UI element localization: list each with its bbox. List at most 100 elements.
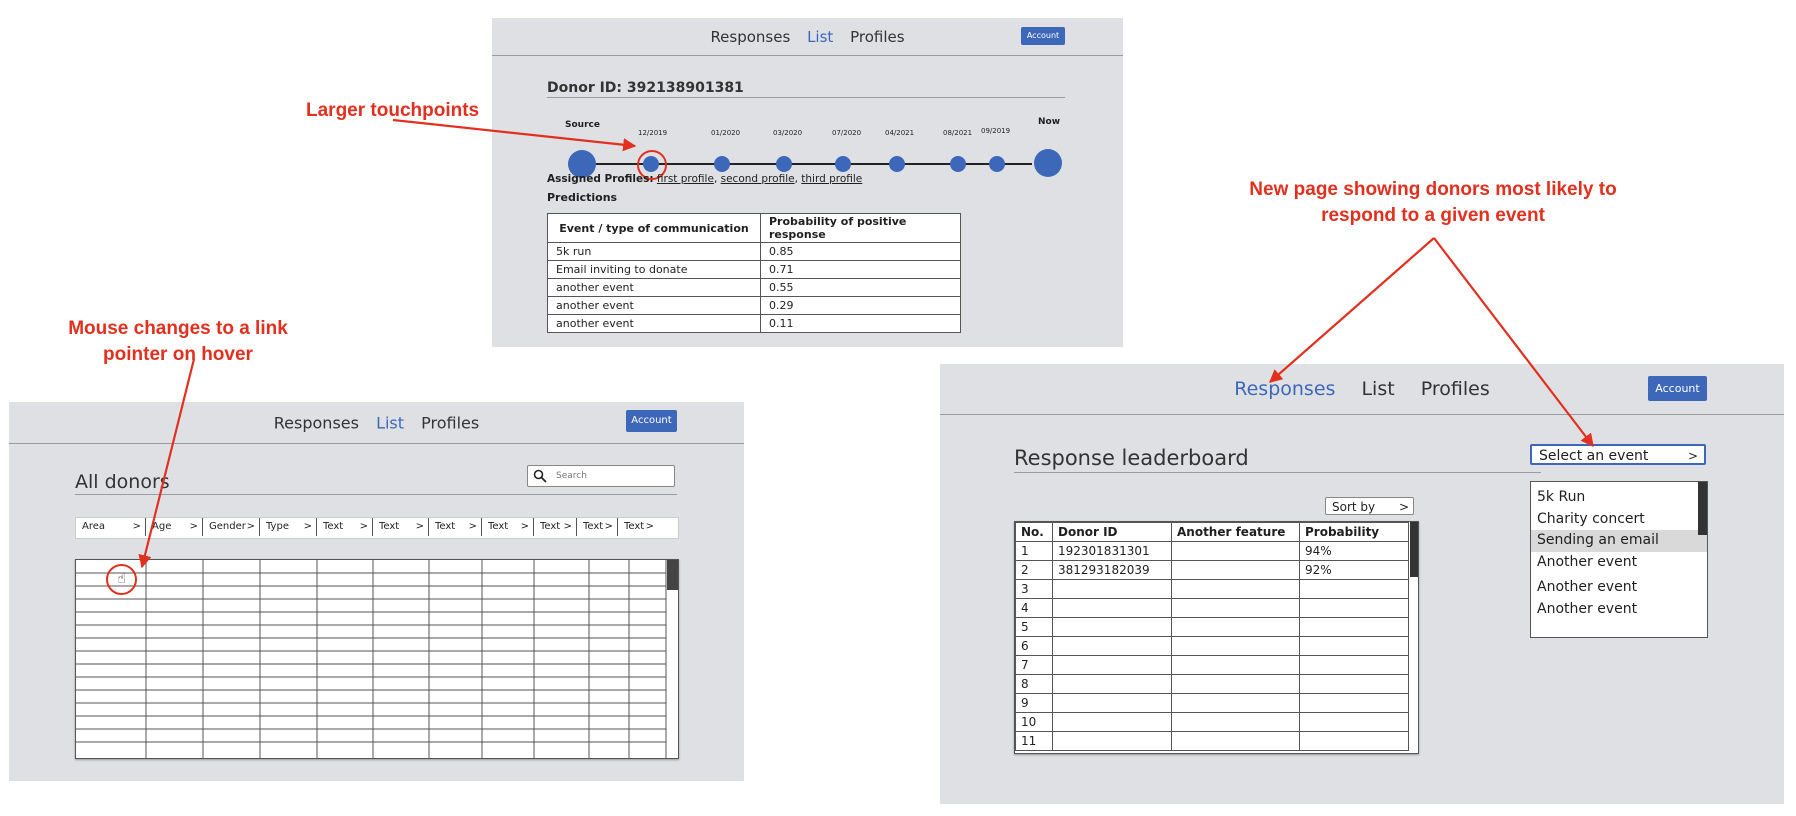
table-row[interactable]: 3 [1015, 579, 1409, 599]
responses-panel: Responses List Profiles Account Response… [940, 364, 1784, 804]
timeline-dot[interactable] [776, 156, 792, 172]
donor-id-cell[interactable] [1052, 598, 1172, 618]
nav-profiles[interactable]: Profiles [850, 28, 904, 46]
table-row[interactable]: 5k run 0.85 [547, 242, 961, 261]
column-filter[interactable]: Text > [373, 518, 429, 536]
nav-responses[interactable]: Responses [274, 413, 359, 432]
timeline-date-label: 09/2019 [981, 127, 1011, 135]
table-row[interactable]: 5 [1015, 617, 1409, 637]
donor-id-cell[interactable] [1052, 636, 1172, 656]
highlight-circle: ☝ [106, 564, 137, 595]
timeline-dot[interactable] [835, 156, 851, 172]
profile-link[interactable]: first profile [657, 173, 714, 185]
table-row[interactable]: 8 [1015, 674, 1409, 694]
nav-list[interactable]: List [376, 413, 404, 432]
donor-id-cell[interactable] [1052, 731, 1172, 751]
donor-id-cell[interactable] [1052, 579, 1172, 599]
timeline-dot[interactable] [989, 156, 1005, 172]
column-filter[interactable]: Gender > [203, 518, 260, 536]
rank-cell: 11 [1015, 731, 1053, 751]
event-select[interactable]: Select an event > [1530, 444, 1706, 465]
scrollbar-thumb[interactable] [1698, 482, 1707, 535]
event-option[interactable]: 5k Run [1531, 487, 1707, 509]
donor-id-cell[interactable]: 192301831301 [1052, 541, 1172, 561]
timeline-now-dot[interactable] [1034, 149, 1062, 177]
timeline-date-label: 07/2020 [832, 129, 862, 137]
annotation-new-page: New page showing donors most likely to r… [1243, 177, 1623, 228]
event-option[interactable]: Another event [1531, 599, 1707, 621]
table-row[interactable]: Email inviting to donate 0.71 [547, 260, 961, 279]
column-filter[interactable]: Text > [317, 518, 373, 536]
event-option[interactable]: Charity concert [1531, 509, 1707, 531]
donor-grid[interactable] [75, 559, 679, 759]
column-label: Text [540, 521, 561, 532]
feature-cell [1171, 579, 1300, 599]
chevron-right-icon: > [468, 521, 477, 532]
account-button[interactable]: Account [1021, 27, 1065, 45]
column-filter[interactable]: Type > [260, 518, 317, 536]
probability-cell: 0.71 [760, 260, 961, 279]
chevron-right-icon: > [1398, 500, 1409, 514]
column-label: Text [379, 521, 400, 532]
predictions-table: Event / type of communication Probabilit… [547, 213, 961, 333]
assigned-profiles: Assigned Profiles: first profile, second… [547, 173, 863, 185]
table-row[interactable]: 6 [1015, 636, 1409, 656]
probability-cell [1299, 674, 1409, 694]
nav-responses[interactable]: Responses [710, 28, 790, 46]
profile-link[interactable]: third profile [801, 173, 862, 185]
table-row[interactable]: 2 381293182039 92% [1015, 560, 1409, 580]
table-row[interactable]: 10 [1015, 712, 1409, 732]
timeline-dot[interactable] [950, 156, 966, 172]
search-box[interactable] [527, 465, 675, 487]
donor-id-cell[interactable]: 381293182039 [1052, 560, 1172, 580]
annotation-line: respond to a given event [1321, 204, 1545, 226]
scrollbar-thumb[interactable] [667, 560, 678, 590]
nav-profiles[interactable]: Profiles [421, 413, 479, 432]
nav-list[interactable]: List [1361, 378, 1394, 400]
timeline-dot[interactable] [889, 156, 905, 172]
column-filter[interactable]: Text > [577, 518, 618, 536]
donor-id-cell[interactable] [1052, 617, 1172, 637]
table-row[interactable]: another event 0.55 [547, 278, 961, 297]
profile-link[interactable]: second profile [721, 173, 795, 185]
timeline-date-label: 01/2020 [711, 129, 741, 137]
column-filter[interactable]: Text > [482, 518, 534, 536]
table-row[interactable]: 9 [1015, 693, 1409, 713]
donor-id-cell[interactable] [1052, 693, 1172, 713]
nav-list[interactable]: List [807, 28, 833, 46]
donor-id-cell[interactable] [1052, 655, 1172, 675]
column-filter[interactable]: Text > [534, 518, 577, 536]
page-title: Response leaderboard [1014, 446, 1249, 470]
scrollbar-thumb[interactable] [1410, 522, 1418, 577]
feature-cell [1171, 598, 1300, 618]
event-option[interactable]: Another event [1531, 552, 1707, 574]
probability-cell [1299, 636, 1409, 656]
account-button[interactable]: Account [1648, 376, 1707, 401]
event-option[interactable]: Another event [1531, 577, 1707, 599]
table-row[interactable]: 4 [1015, 598, 1409, 618]
probability-cell [1299, 731, 1409, 751]
table-row[interactable]: 11 [1015, 731, 1409, 751]
table-row[interactable]: 1 192301831301 94% [1015, 541, 1409, 561]
nav-profiles[interactable]: Profiles [1421, 378, 1490, 400]
column-filter[interactable]: Text > [429, 518, 482, 536]
hand-pointer-icon: ☝ [117, 571, 126, 587]
column-filter[interactable]: Text > [618, 518, 658, 536]
rank-cell: 9 [1015, 693, 1053, 713]
column-filter[interactable]: Area > [76, 518, 146, 536]
search-input[interactable] [554, 468, 668, 484]
column-label: Text [323, 521, 344, 532]
table-row[interactable]: 7 [1015, 655, 1409, 675]
table-row[interactable]: another event 0.29 [547, 296, 961, 315]
nav-responses[interactable]: Responses [1234, 378, 1335, 400]
timeline-date-label: 04/2021 [885, 129, 915, 137]
table-row[interactable]: another event 0.11 [547, 314, 961, 333]
sort-by-button[interactable]: Sort by > [1325, 497, 1414, 515]
feature-cell [1171, 560, 1300, 580]
account-button[interactable]: Account [626, 410, 677, 432]
donor-id-cell[interactable] [1052, 712, 1172, 732]
column-filter[interactable]: Age > [146, 518, 203, 536]
timeline-dot[interactable] [714, 156, 730, 172]
donor-id-cell[interactable] [1052, 674, 1172, 694]
event-option[interactable]: Sending an email [1531, 530, 1707, 552]
